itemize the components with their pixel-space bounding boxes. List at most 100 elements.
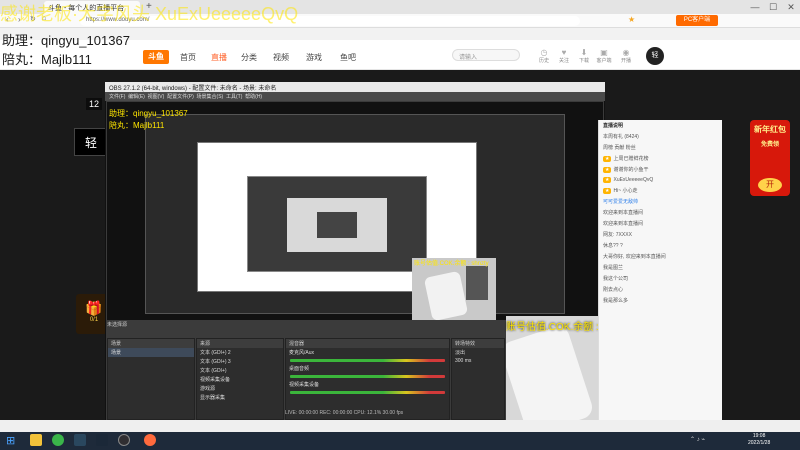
transition-duration[interactable]: 300 ms bbox=[452, 357, 504, 365]
source-item[interactable]: 显示器采集 bbox=[197, 393, 283, 402]
obs-menu-file[interactable]: 文件(F) bbox=[109, 94, 125, 100]
search-input[interactable]: 请输入 bbox=[452, 49, 520, 61]
steam-icon[interactable] bbox=[74, 434, 86, 446]
chat-line: 我这个公司 bbox=[603, 276, 629, 282]
mixer-dock: 混音器 麦克风/Aux 桌面音频 视频采集设备 bbox=[285, 338, 450, 420]
chat-header: 直播说明 bbox=[603, 123, 624, 129]
obs-menu-edit[interactable]: 编辑(E) bbox=[128, 94, 145, 100]
star-icon[interactable]: ★ bbox=[628, 15, 635, 24]
nav-video[interactable]: 视频 bbox=[273, 52, 289, 63]
chat-line: 欢迎来到本直播间 bbox=[603, 221, 644, 227]
file-explorer-icon[interactable] bbox=[30, 434, 42, 446]
maximize-button[interactable]: ☐ bbox=[764, 0, 782, 14]
mixer-channel-label: 视频采集设备 bbox=[289, 382, 320, 388]
chat-line: 刚去点心 bbox=[603, 287, 624, 293]
site-logo[interactable]: 斗鱼 bbox=[143, 50, 169, 64]
fan-badge: ★ bbox=[603, 177, 612, 183]
obs-selected-source: 未选择源 bbox=[107, 322, 128, 328]
source-item[interactable]: 视频采集设备 bbox=[197, 375, 283, 384]
chat-line: ★ 谢谢你的小鱼干 bbox=[603, 167, 649, 173]
download-icon[interactable]: ⬇ 下载 bbox=[576, 48, 592, 64]
chat-line: 我是图兰 bbox=[603, 265, 624, 271]
clock-time: 19:08 bbox=[752, 433, 766, 439]
mixer-channel-label: 麦克风/Aux bbox=[289, 350, 315, 356]
chat-line: ★ Hi~ 小心走 bbox=[603, 188, 638, 194]
chat-line: ★ XuExUeeeeeQvQ bbox=[603, 177, 654, 183]
source-item[interactable]: 游戏源 bbox=[197, 384, 283, 393]
fan-badge: ★ bbox=[603, 167, 612, 173]
obs-menu-help[interactable]: 帮助(H) bbox=[245, 94, 262, 100]
chat-line: 欢迎来到本直播间 bbox=[603, 210, 644, 216]
chat-line: 休息?? ? bbox=[603, 243, 623, 249]
chat-line: 周榜 贡献 粉丝 bbox=[603, 145, 636, 151]
obs-status-bar: LIVE: 00:00:00 REC: 00:00:00 CPU: 12.1% … bbox=[285, 410, 404, 416]
obs-camera-monitor bbox=[466, 266, 488, 300]
obs-camera-caption: 账号估值.COK.余额 : shnzty bbox=[414, 261, 489, 267]
nav-live[interactable]: 直播 bbox=[211, 52, 227, 63]
tray-icons[interactable]: ⌃ ♪ ⌁ bbox=[690, 436, 705, 443]
obs-camera-person bbox=[423, 270, 469, 320]
mixer-dock-title: 混音器 bbox=[286, 339, 449, 348]
promo-title: 新年红包 bbox=[754, 125, 786, 134]
obs-menu-bar: 文件(F) 编辑(E) 视图(V) 配置文件(P) 场景集合(S) 工具(T) … bbox=[105, 92, 605, 101]
promo-sub: 免费领 bbox=[760, 142, 779, 148]
fan-badge: ★ bbox=[603, 188, 612, 194]
obs-menu-profile[interactable]: 配置文件(P) bbox=[167, 94, 194, 100]
camera-person bbox=[506, 323, 596, 430]
source-item[interactable]: 文本 (GDI+) bbox=[197, 366, 283, 375]
recursive-preview-5 bbox=[317, 212, 357, 238]
douyu-icon[interactable] bbox=[144, 434, 156, 446]
scene-item[interactable]: 场景 bbox=[108, 348, 194, 357]
streamer-logo[interactable]: 轻 bbox=[74, 128, 108, 156]
browser-icon[interactable] bbox=[52, 434, 64, 446]
chat-line: ★ 上周已赠鲜花榜 bbox=[603, 156, 649, 162]
gift-bar bbox=[0, 420, 800, 432]
chat-line: 大哥你好, 欢迎来到本直播间 bbox=[603, 254, 666, 260]
sources-dock-title: 来源 bbox=[197, 339, 283, 348]
broadcast-icon[interactable]: ◉ 开播 bbox=[618, 48, 634, 64]
room-title: 12 bbox=[86, 98, 103, 110]
chat-line: 可可爱爱无敌帅 bbox=[603, 199, 639, 205]
steam-app-icon[interactable] bbox=[96, 434, 108, 446]
obs-title-bar: OBS 27.1.2 (64-bit, windows) - 配置文件: 未命名… bbox=[105, 82, 605, 92]
promo-open-button[interactable]: 开 bbox=[758, 178, 782, 192]
minimize-button[interactable]: — bbox=[746, 0, 764, 14]
source-item[interactable]: 文本 (GDI+) 3 bbox=[197, 357, 283, 366]
chat-panel: 直播说明 本周有礼 (8424) 周榜 贡献 粉丝 ★ 上周已赠鲜花榜 ★ 谢谢你的… bbox=[598, 120, 722, 430]
mixer-channel-label: 桌面音频 bbox=[289, 366, 310, 372]
chat-line: 我是那么多 bbox=[603, 298, 629, 304]
taskbar-clock[interactable]: 19:08 2022/1/28 bbox=[748, 433, 770, 447]
clock-date: 2022/1/28 bbox=[748, 440, 771, 446]
sources-dock: 来源 文本 (GDI+) 2 文本 (GDI+) 3 文本 (GDI+) 视频采… bbox=[196, 338, 284, 420]
obs-icon[interactable] bbox=[118, 434, 130, 446]
obs-preview[interactable]: 助理：qingyu_101367 陪丸：Majlb111 bbox=[107, 102, 603, 320]
nav-games[interactable]: 游戏 bbox=[306, 52, 322, 63]
nav-home[interactable]: 首页 bbox=[180, 52, 196, 63]
windows-start-icon[interactable]: ⊞ bbox=[6, 434, 15, 447]
user-avatar[interactable]: 轻 bbox=[646, 47, 664, 65]
transition-select[interactable]: 淡出 bbox=[452, 348, 504, 357]
overlay-banner: 感谢老板·大字风头 XuExUeeeeeQvQ bbox=[0, 4, 299, 24]
mixer-meter[interactable] bbox=[290, 375, 445, 378]
obs-menu-tools[interactable]: 工具(T) bbox=[226, 94, 242, 100]
nav-category[interactable]: 分类 bbox=[241, 52, 257, 63]
follow-icon[interactable]: ♥ 关注 bbox=[556, 48, 572, 64]
pc-client-button[interactable]: PC客户端 bbox=[676, 15, 718, 26]
obs-escort-text: 陪丸：Majlb111 bbox=[109, 121, 165, 130]
scenes-dock-title: 场景 bbox=[108, 339, 194, 348]
mixer-meter[interactable] bbox=[290, 391, 445, 394]
client-icon[interactable]: ▣ 客户端 bbox=[596, 48, 612, 64]
obs-menu-scene-collection[interactable]: 场景集合(S) bbox=[197, 94, 224, 100]
fan-badge: ★ bbox=[603, 156, 612, 162]
overlay-escort-text: 陪丸：Majlb111 bbox=[2, 52, 92, 67]
history-icon[interactable]: ◷ 历史 bbox=[536, 48, 552, 64]
close-button[interactable]: ✕ bbox=[782, 0, 800, 14]
source-item[interactable]: 文本 (GDI+) 2 bbox=[197, 348, 283, 357]
chat-line: 网友: 7XXXX bbox=[603, 232, 632, 238]
nav-yuba[interactable]: 鱼吧 bbox=[340, 52, 356, 63]
transitions-dock: 转场特效 淡出 300 ms bbox=[451, 338, 505, 420]
scenes-dock: 场景 场景 bbox=[107, 338, 195, 420]
mixer-meter[interactable] bbox=[290, 359, 445, 362]
overlay-helper-text: 助理：qingyu_101367 bbox=[2, 33, 130, 48]
obs-menu-view[interactable]: 视图(V) bbox=[148, 94, 165, 100]
